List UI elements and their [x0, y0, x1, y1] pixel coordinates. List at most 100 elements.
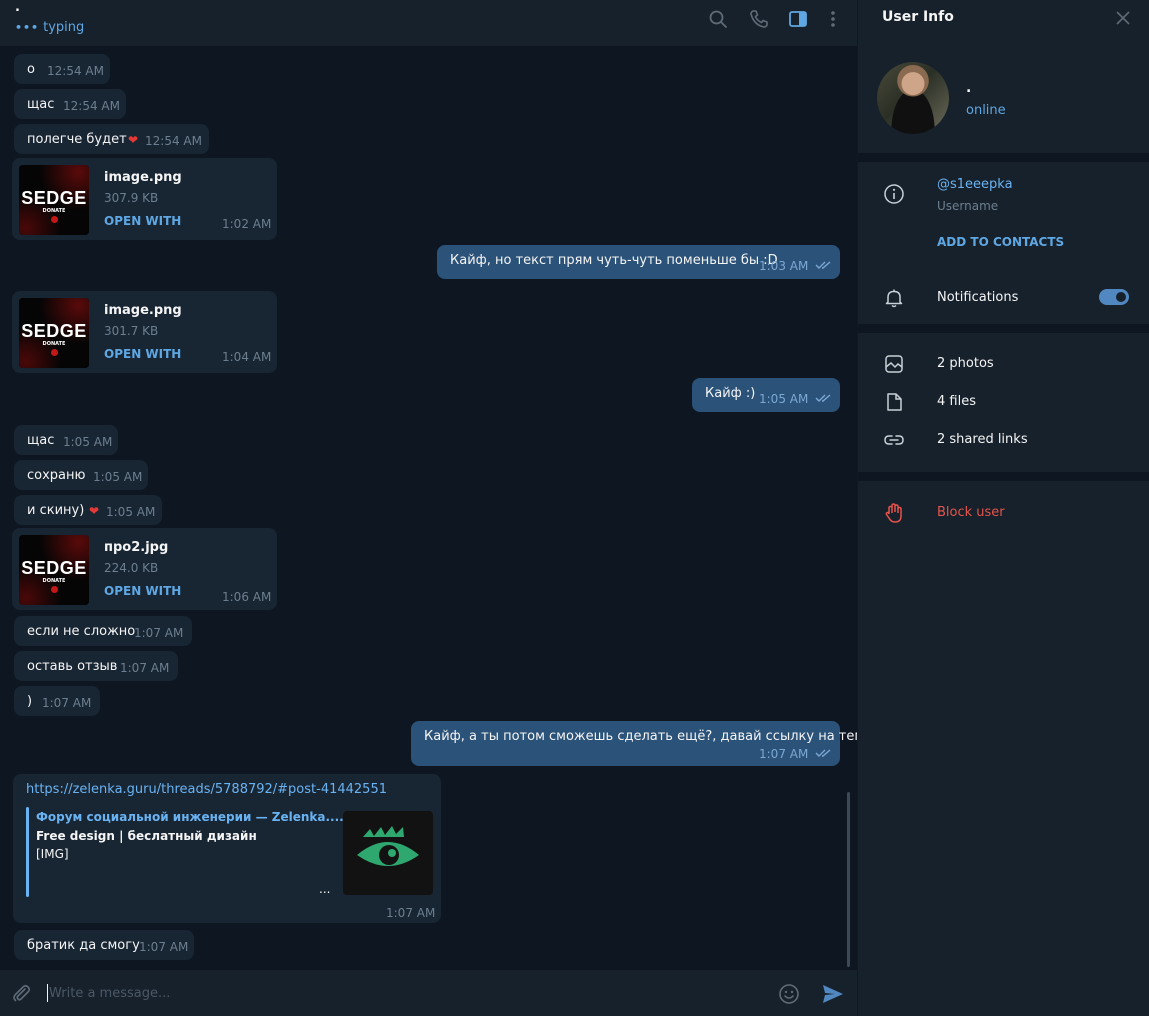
- hand-icon: [883, 502, 905, 524]
- message-time: 1:04 AM: [222, 350, 272, 364]
- file-name: image.png: [104, 303, 182, 318]
- message-in[interactable]: оставь отзыв 1:07 AM: [14, 651, 178, 681]
- message-time: 1:05 AM: [106, 505, 156, 519]
- heart-icon[interactable]: ❤: [89, 504, 99, 518]
- message-out[interactable]: Кайф, но текст прям чуть-чуть поменьше б…: [437, 245, 840, 279]
- message-time: 12:54 AM: [47, 64, 104, 78]
- file-icon: [883, 391, 905, 413]
- message-in[interactable]: о 12:54 AM: [14, 54, 110, 84]
- sidebar-toggle-icon[interactable]: [788, 9, 808, 29]
- open-with-link[interactable]: OPEN WITH: [104, 214, 181, 228]
- rose-icon: [51, 216, 58, 223]
- phone-icon[interactable]: [749, 9, 769, 29]
- close-icon[interactable]: [1115, 10, 1131, 26]
- add-to-contacts-button[interactable]: ADD TO CONTACTS: [937, 235, 1064, 249]
- preview-image[interactable]: [343, 811, 433, 895]
- link-message[interactable]: https://zelenka.guru/threads/5788792/#po…: [13, 774, 441, 923]
- message-in[interactable]: и скину) ❤ 1:05 AM: [14, 495, 162, 525]
- notifications-toggle[interactable]: [1099, 289, 1129, 305]
- file-size: 307.9 KB: [104, 191, 159, 205]
- preview-ellipsis: ...: [319, 882, 331, 896]
- preview-site-name[interactable]: Форум социальной инженерии — Zelenka....: [36, 810, 344, 824]
- divider: [858, 324, 1149, 333]
- thumbnail-subtitle: DONATE: [42, 341, 66, 347]
- message-in[interactable]: братик да смогу 1:07 AM: [14, 930, 194, 960]
- avatar[interactable]: [877, 62, 949, 134]
- profile-name: .: [966, 80, 972, 96]
- username-value[interactable]: @s1eeepka: [937, 177, 1013, 192]
- message-input[interactable]: [49, 979, 749, 1007]
- message-in[interactable]: сохраню 1:05 AM: [14, 460, 148, 490]
- message-time: 1:07 AM: [120, 661, 170, 675]
- message-time: 1:06 AM: [222, 590, 272, 604]
- message-text: полегче будет: [27, 132, 127, 147]
- link-url[interactable]: https://zelenka.guru/threads/5788792/#po…: [26, 782, 387, 797]
- send-icon[interactable]: [821, 983, 845, 1005]
- link-icon: [883, 429, 905, 451]
- user-info-panel: User Info . online @s1eeepka Username AD…: [857, 0, 1149, 1016]
- message-text: ): [27, 694, 33, 709]
- message-in[interactable]: ) 1:07 AM: [14, 686, 100, 716]
- message-time: 12:54 AM: [145, 134, 202, 148]
- message-in[interactable]: щас 12:54 AM: [14, 89, 126, 119]
- message-in[interactable]: если не сложно 1:07 AM: [14, 616, 192, 646]
- peer-name[interactable]: .: [15, 0, 20, 15]
- message-out[interactable]: Кайф, а ты потом сможешь сделать ещё?, д…: [411, 721, 857, 766]
- file-thumbnail[interactable]: SEDGE DONATE: [19, 535, 89, 605]
- open-with-link[interactable]: OPEN WITH: [104, 347, 181, 361]
- notifications-label: Notifications: [937, 290, 1019, 305]
- file-message[interactable]: SEDGE DONATE image.png 307.9 KB OPEN WIT…: [12, 158, 277, 240]
- message-text: если не сложно: [27, 624, 136, 639]
- message-time: 12:54 AM: [63, 99, 120, 113]
- heart-icon[interactable]: ❤: [128, 133, 138, 147]
- message-time: 1:07 AM: [134, 626, 184, 640]
- message-in[interactable]: щас 1:05 AM: [14, 425, 118, 455]
- file-message[interactable]: SEDGE DONATE про2.jpg 224.0 KB OPEN WITH…: [12, 528, 277, 610]
- message-time: 1:07 AM: [386, 906, 436, 920]
- double-check-icon: [815, 394, 831, 402]
- preview-description: [IMG]: [36, 847, 69, 861]
- file-message[interactable]: SEDGE DONATE image.png 301.7 KB OPEN WIT…: [12, 291, 277, 373]
- shared-files[interactable]: 4 files: [937, 394, 976, 409]
- username-label: Username: [937, 199, 999, 213]
- profile-status: online: [966, 103, 1006, 118]
- double-check-icon: [815, 749, 831, 757]
- chat-header: . ••• typing: [0, 0, 857, 46]
- message-time: 1:05 AM: [93, 470, 143, 484]
- file-thumbnail[interactable]: SEDGE DONATE: [19, 298, 89, 368]
- message-text: щас: [27, 433, 55, 448]
- typing-dots-icon: •••: [15, 21, 40, 34]
- message-text: Кайф, но текст прям чуть-чуть поменьше б…: [450, 253, 778, 268]
- text-caret: [47, 984, 48, 1002]
- message-in[interactable]: полегче будет ❤ 12:54 AM: [14, 124, 209, 154]
- double-check-icon: [815, 261, 831, 269]
- info-icon: [883, 183, 905, 205]
- typing-indicator: ••• typing: [15, 20, 84, 35]
- message-out[interactable]: Кайф :) 1:05 AM: [692, 378, 840, 412]
- message-text: оставь отзыв: [27, 659, 118, 674]
- open-with-link[interactable]: OPEN WITH: [104, 584, 181, 598]
- thumbnail-brand: SEDGE: [21, 188, 87, 208]
- message-time: 1:05 AM: [759, 392, 809, 406]
- message-composer: [0, 970, 857, 1016]
- block-user-button[interactable]: Block user: [937, 505, 1005, 520]
- message-list[interactable]: о 12:54 AM щас 12:54 AM полегче будет ❤ …: [0, 46, 857, 970]
- panel-title: User Info: [882, 9, 954, 25]
- divider: [858, 472, 1149, 481]
- file-thumbnail[interactable]: SEDGE DONATE: [19, 165, 89, 235]
- message-time: 1:02 AM: [222, 217, 272, 231]
- more-icon[interactable]: [823, 9, 843, 29]
- message-time: 1:03 AM: [759, 259, 809, 273]
- photo-icon: [883, 353, 905, 375]
- message-time: 1:07 AM: [139, 940, 189, 954]
- typing-text: typing: [43, 20, 85, 35]
- eye-logo-icon: [357, 826, 419, 866]
- message-text: Кайф, а ты потом сможешь сделать ещё?, д…: [424, 729, 857, 744]
- shared-links[interactable]: 2 shared links: [937, 432, 1028, 447]
- search-icon[interactable]: [708, 9, 728, 29]
- attach-icon[interactable]: [11, 983, 31, 1003]
- emoji-icon[interactable]: [778, 983, 800, 1005]
- thumbnail-brand: SEDGE: [21, 558, 87, 578]
- chat-scrollbar[interactable]: [847, 792, 850, 967]
- shared-photos[interactable]: 2 photos: [937, 356, 994, 371]
